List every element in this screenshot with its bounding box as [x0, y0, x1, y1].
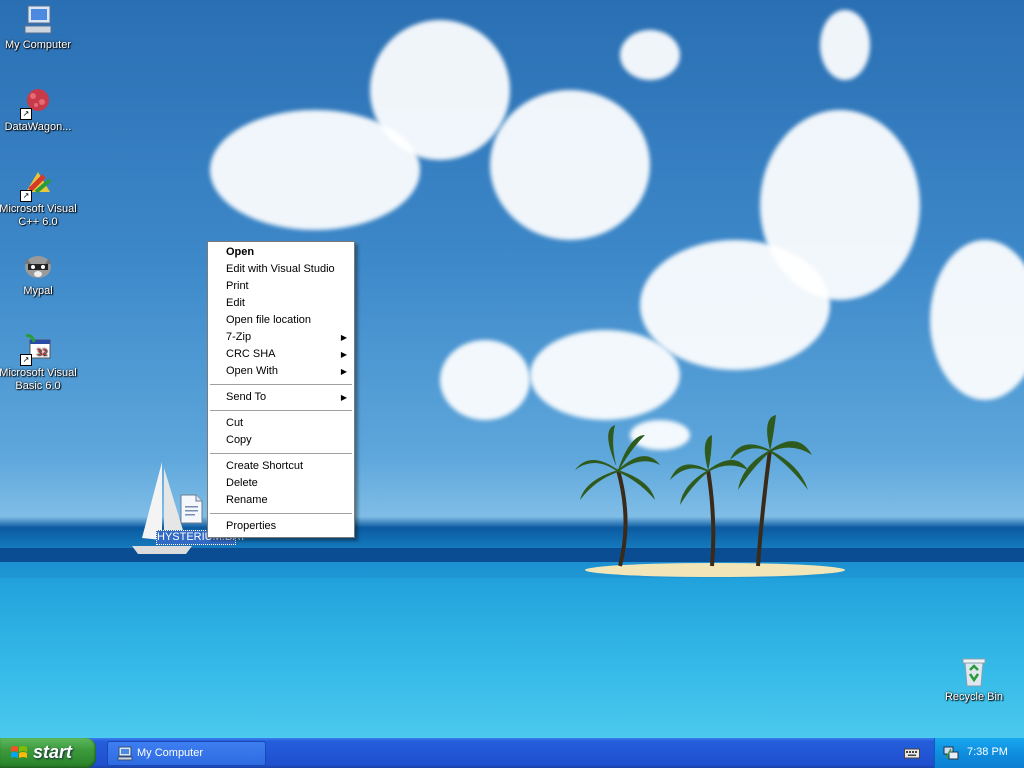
taskbar-button-my-computer[interactable]: My Computer	[107, 741, 266, 766]
desktop-icon-label: DataWagon...	[4, 121, 72, 133]
menu-item-label: Delete	[226, 477, 258, 489]
menu-item-label: Edit	[226, 297, 245, 309]
taskbar: start My Computer 7:38 PM	[0, 738, 1024, 768]
keyboard-icon[interactable]	[904, 746, 920, 760]
desktop-icon-mypal[interactable]: Mypal	[0, 250, 80, 298]
mypal-raccoon-icon	[22, 250, 54, 282]
start-button[interactable]: start	[0, 738, 96, 768]
menu-item-label: Cut	[226, 417, 244, 429]
desktop[interactable]: My Computer ↗ DataWagon... ↗ Microsoft V…	[0, 0, 1024, 738]
wallpaper-lagoon	[0, 578, 1024, 738]
desktop-icon-label: Microsoft Visual Basic 6.0	[0, 367, 77, 392]
desktop-icon-label: My Computer	[4, 39, 72, 51]
menu-item-open[interactable]: Open	[208, 244, 354, 261]
menu-item-label: Open file location	[226, 314, 311, 326]
desktop-icon-label: Microsoft Visual C++ 6.0	[0, 203, 77, 228]
wallpaper-cloud	[620, 30, 680, 80]
svg-text:32: 32	[36, 348, 47, 358]
shortcut-arrow-icon: ↗	[20, 108, 32, 120]
taskbar-button-label: My Computer	[137, 747, 204, 759]
menu-item-label: Rename	[226, 494, 268, 506]
desktop-icon-label: Recycle Bin	[944, 691, 1004, 703]
menu-item-copy[interactable]: Copy	[208, 432, 354, 449]
menu-item-print[interactable]: Print	[208, 278, 354, 295]
menu-item-label: 7-Zip	[226, 331, 252, 343]
menu-item-label: Copy	[226, 434, 252, 446]
wallpaper-cloud	[370, 20, 510, 160]
menu-item-label: CRC SHA	[226, 348, 276, 360]
submenu-arrow-icon: ▶	[340, 393, 347, 402]
windows-flag-icon	[11, 746, 27, 758]
datawagon-icon: ↗	[20, 86, 54, 120]
network-icon[interactable]	[943, 745, 959, 761]
menu-item-label: Print	[226, 280, 249, 292]
recycle-bin-icon	[958, 656, 990, 688]
menu-item-send-to[interactable]: Send To ▶	[208, 389, 354, 406]
menu-item-open-with[interactable]: Open With ▶	[208, 363, 354, 380]
submenu-arrow-icon: ▶	[340, 367, 347, 376]
menu-item-create-shortcut[interactable]: Create Shortcut	[208, 458, 354, 475]
menu-item-edit[interactable]: Edit	[208, 295, 354, 312]
menu-separator	[210, 453, 352, 454]
submenu-arrow-icon: ▶	[340, 350, 347, 359]
computer-icon	[22, 4, 54, 36]
wallpaper-cloud	[440, 340, 530, 420]
context-menu: Open Edit with Visual Studio Print Edit …	[207, 241, 355, 538]
shortcut-arrow-icon: ↗	[20, 354, 32, 366]
menu-separator	[210, 513, 352, 514]
desktop-icon-recycle-bin[interactable]: Recycle Bin	[932, 656, 1016, 704]
clock[interactable]: 7:38 PM	[967, 746, 1008, 758]
menu-item-label: Edit with Visual Studio	[226, 263, 335, 275]
menu-item-cut[interactable]: Cut	[208, 415, 354, 432]
menu-item-rename[interactable]: Rename	[208, 492, 354, 509]
wallpaper-cloud	[820, 10, 870, 80]
menu-item-label: Send To	[226, 391, 267, 403]
visual-cpp-icon: ↗	[20, 168, 54, 202]
desktop-file-hysterium[interactable]	[178, 494, 204, 524]
menu-item-label: Properties	[226, 520, 277, 532]
computer-icon	[117, 746, 133, 761]
menu-item-properties[interactable]: Properties	[208, 518, 354, 535]
desktop-icon-my-computer[interactable]: My Computer	[0, 4, 80, 52]
desktop-icon-label: Mypal	[23, 285, 53, 297]
menu-item-label: Create Shortcut	[226, 460, 304, 472]
shortcut-arrow-icon: ↗	[20, 190, 32, 202]
menu-item-open-file-location[interactable]: Open file location	[208, 312, 354, 329]
menu-item-delete[interactable]: Delete	[208, 475, 354, 492]
menu-separator	[210, 410, 352, 411]
menu-item-label: Open With	[226, 365, 278, 377]
wallpaper-cloud	[490, 90, 650, 240]
wallpaper-cloud	[760, 110, 920, 300]
menu-separator	[210, 384, 352, 385]
menu-item-7zip[interactable]: 7-Zip ▶	[208, 329, 354, 346]
desktop-icon-visual-cpp[interactable]: ↗ Microsoft Visual C++ 6.0	[0, 168, 80, 229]
menu-item-edit-with-visual-studio[interactable]: Edit with Visual Studio	[208, 261, 354, 278]
file-icon	[180, 494, 203, 524]
wallpaper-cloud	[930, 240, 1024, 400]
desktop-icon-datawagon[interactable]: ↗ DataWagon...	[0, 86, 80, 134]
system-tray: 7:38 PM	[934, 738, 1024, 768]
menu-item-label: Open	[226, 246, 255, 258]
menu-item-crc-sha[interactable]: CRC SHA ▶	[208, 346, 354, 363]
submenu-arrow-icon: ▶	[340, 333, 347, 342]
start-label: start	[33, 742, 73, 762]
visual-basic-icon: 32 ↗	[20, 332, 54, 366]
palm-island-illustration	[575, 415, 845, 577]
desktop-icon-visual-basic[interactable]: 32 ↗ Microsoft Visual Basic 6.0	[0, 332, 80, 393]
